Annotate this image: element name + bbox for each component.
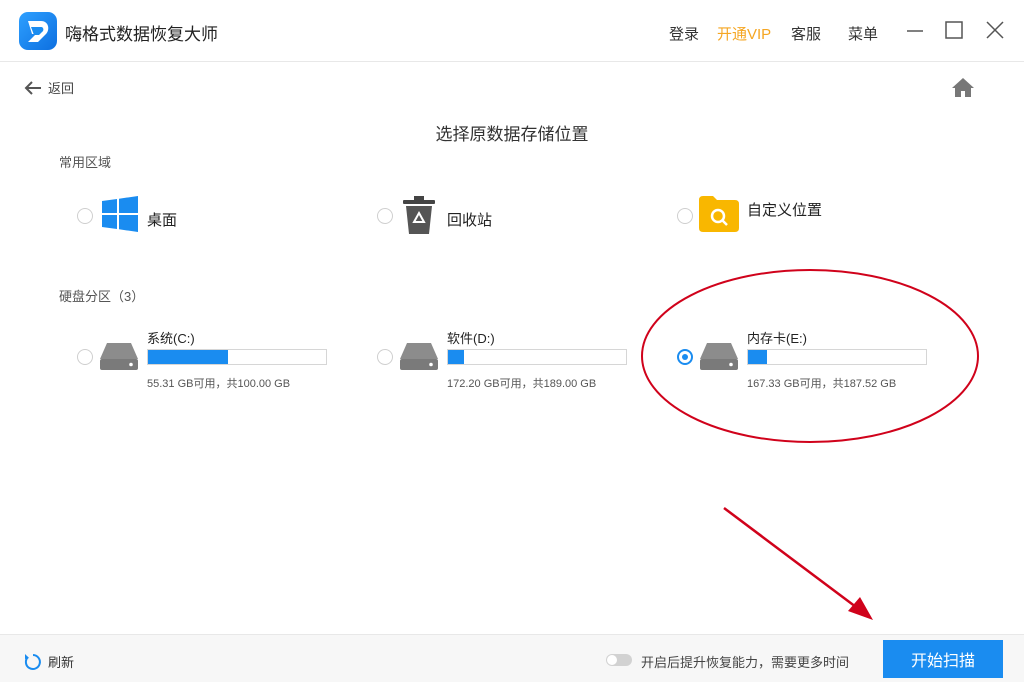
hard-drive-icon bbox=[400, 343, 438, 370]
arrow-left-icon bbox=[24, 80, 41, 95]
start-scan-button[interactable]: 开始扫描 bbox=[883, 640, 1003, 678]
deep-scan-toggle-label: 开启后提升恢复能力，需要更多时间 bbox=[641, 655, 850, 670]
drive-usage-fill bbox=[448, 350, 464, 364]
drive-radio[interactable] bbox=[377, 349, 393, 365]
annotation-arrowhead bbox=[848, 597, 873, 620]
vip-link[interactable]: 开通VIP bbox=[717, 23, 771, 44]
menu-link[interactable]: 菜单 bbox=[848, 23, 878, 44]
desktop-radio[interactable] bbox=[77, 208, 93, 224]
drive-usage-bar bbox=[447, 349, 627, 365]
drive-radio[interactable] bbox=[77, 349, 93, 365]
drive-usage-bar bbox=[747, 349, 927, 365]
refresh-label: 刷新 bbox=[48, 655, 75, 670]
refresh-button[interactable]: 刷新 bbox=[24, 652, 74, 671]
drive-size-text: 167.33 GB可用，共187.52 GB bbox=[747, 378, 897, 390]
service-link[interactable]: 客服 bbox=[791, 23, 821, 44]
deep-scan-toggle[interactable] bbox=[606, 654, 632, 666]
drive-size-text: 55.31 GB可用，共100.00 GB bbox=[147, 378, 291, 390]
back-button[interactable]: 返回 bbox=[24, 78, 74, 97]
common-area-label: 常用区域 bbox=[59, 155, 112, 170]
hard-drive-icon bbox=[700, 343, 738, 370]
drive-name: 系统(C:) bbox=[147, 331, 195, 346]
close-button[interactable] bbox=[983, 18, 1007, 42]
drive-usage-fill bbox=[748, 350, 768, 364]
app-title: 嗨格式数据恢复大师 bbox=[65, 25, 218, 44]
annotation-arrow bbox=[723, 507, 861, 611]
minimize-button[interactable] bbox=[903, 18, 927, 42]
custom-location-radio[interactable] bbox=[677, 208, 693, 224]
drive-name: 软件(D:) bbox=[447, 331, 495, 346]
recycle-bin-icon bbox=[403, 196, 435, 234]
footer-bar: 刷新 开启后提升恢复能力，需要更多时间 开始扫描 bbox=[0, 634, 1024, 682]
drives-section-label: 硬盘分区（3） bbox=[59, 289, 145, 304]
drive-radio[interactable] bbox=[677, 349, 693, 365]
back-label: 返回 bbox=[48, 81, 75, 96]
drive-usage-fill bbox=[148, 350, 228, 364]
windows-icon bbox=[102, 196, 138, 232]
custom-location-label: 自定义位置 bbox=[747, 202, 823, 219]
home-button[interactable] bbox=[951, 76, 975, 103]
recycle-bin-label: 回收站 bbox=[447, 212, 493, 229]
home-icon bbox=[952, 78, 974, 97]
desktop-label: 桌面 bbox=[147, 212, 178, 229]
page-title: 选择原数据存储位置 bbox=[435, 125, 589, 144]
refresh-icon bbox=[24, 653, 41, 670]
maximize-button[interactable] bbox=[942, 18, 966, 42]
folder-search-icon bbox=[699, 196, 739, 232]
title-bar: 嗨格式数据恢复大师 登录 开通VIP 客服 菜单 bbox=[0, 0, 1024, 62]
recycle-bin-radio[interactable] bbox=[377, 208, 393, 224]
login-link[interactable]: 登录 bbox=[669, 23, 699, 44]
drive-name: 内存卡(E:) bbox=[747, 331, 807, 346]
drive-size-text: 172.20 GB可用，共189.00 GB bbox=[447, 378, 597, 390]
app-logo-icon bbox=[19, 12, 57, 50]
hard-drive-icon bbox=[100, 343, 138, 370]
drive-usage-bar bbox=[147, 349, 327, 365]
